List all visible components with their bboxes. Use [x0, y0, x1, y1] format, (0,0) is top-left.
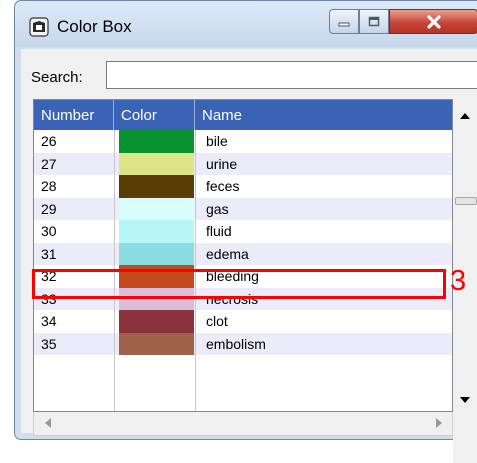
list-item[interactable]: 29 gas: [34, 197, 452, 220]
list-item[interactable]: 26 bile: [34, 130, 452, 153]
callout-number: 3: [450, 265, 467, 297]
color-swatch: [119, 152, 194, 175]
item-number: 35: [41, 335, 57, 352]
item-name: urine: [206, 155, 238, 172]
app-icon: [29, 17, 49, 37]
item-name: embolism: [206, 335, 266, 352]
list-item[interactable]: 34 clot: [34, 310, 452, 333]
color-swatch: [119, 310, 194, 333]
highlight-box: [32, 269, 446, 299]
arrow-up-icon: [460, 113, 470, 119]
close-icon: [426, 14, 441, 29]
item-name: bile: [206, 133, 228, 149]
title-bar[interactable]: Color Box: [15, 1, 477, 47]
item-name: feces: [206, 178, 240, 194]
scroll-left-button[interactable]: [38, 412, 58, 434]
list-item[interactable]: 35 embolism: [34, 332, 452, 355]
minimize-button[interactable]: [329, 9, 359, 34]
color-swatch: [119, 130, 194, 153]
item-number: 30: [41, 223, 57, 239]
window-client-area: Search: Number Color Name 26 bile 27 urine 2…: [21, 49, 477, 463]
arrow-right-icon: [436, 418, 442, 428]
item-number: 29: [41, 200, 57, 217]
scroll-thumb[interactable]: [455, 197, 477, 205]
close-button[interactable]: [389, 9, 477, 34]
horizontal-scrollbar[interactable]: [33, 412, 453, 436]
item-number: 31: [41, 245, 57, 262]
item-number: 28: [41, 178, 57, 194]
arrow-left-icon: [45, 418, 51, 428]
search-label: Search:: [31, 69, 83, 86]
column-header-name[interactable]: Name: [195, 100, 452, 130]
item-number: 26: [41, 133, 57, 149]
scroll-down-button[interactable]: [453, 389, 477, 411]
column-header-number[interactable]: Number: [34, 100, 114, 130]
list-item[interactable]: 31 edema: [34, 242, 452, 265]
search-input[interactable]: [106, 61, 477, 89]
item-name: gas: [206, 200, 229, 217]
scroll-right-button[interactable]: [429, 412, 449, 434]
color-swatch: [119, 197, 194, 220]
column-header-color[interactable]: Color: [114, 100, 195, 130]
maximize-button[interactable]: [359, 9, 389, 34]
item-name: edema: [206, 245, 249, 262]
scroll-up-button[interactable]: [453, 105, 477, 127]
list-item[interactable]: 27 urine: [34, 152, 452, 175]
color-swatch: [119, 242, 194, 265]
color-swatch: [119, 220, 194, 243]
color-list[interactable]: Number Color Name 26 bile 27 urine 28 feces 29…: [33, 99, 453, 412]
list-header: Number Color Name: [34, 100, 452, 130]
item-number: 27: [41, 155, 57, 172]
color-swatch: [119, 175, 194, 198]
color-swatch: [119, 332, 194, 355]
item-number: 34: [41, 313, 57, 329]
list-item[interactable]: 30 fluid: [34, 220, 452, 243]
color-box-window: Color Box Search: Number Color Name 26 b…: [14, 0, 477, 463]
list-item[interactable]: 28 feces: [34, 175, 452, 198]
item-name: fluid: [206, 223, 232, 239]
window-title: Color Box: [57, 17, 132, 36]
maximize-icon: [368, 16, 380, 27]
arrow-down-icon: [460, 397, 470, 403]
minimize-icon: [338, 22, 350, 26]
item-name: clot: [206, 313, 228, 329]
